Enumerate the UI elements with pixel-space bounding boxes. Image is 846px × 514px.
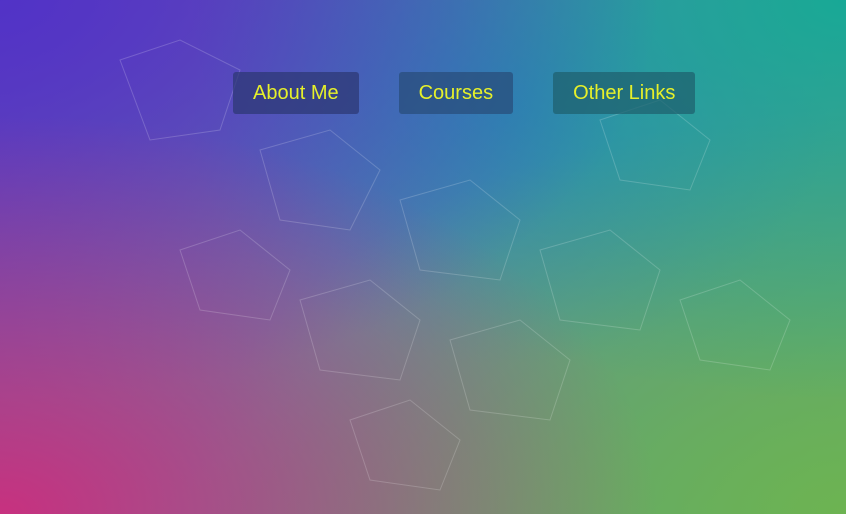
courses-label: Courses (418, 81, 494, 104)
other-links-label: Other Links (573, 81, 676, 104)
about-me-button[interactable]: About Me (233, 72, 359, 114)
main-nav: About Me Courses Other Links (233, 72, 696, 114)
courses-button[interactable]: Courses (398, 72, 514, 114)
other-links-button[interactable]: Other Links (553, 72, 696, 114)
about-me-label: About Me (253, 81, 339, 104)
